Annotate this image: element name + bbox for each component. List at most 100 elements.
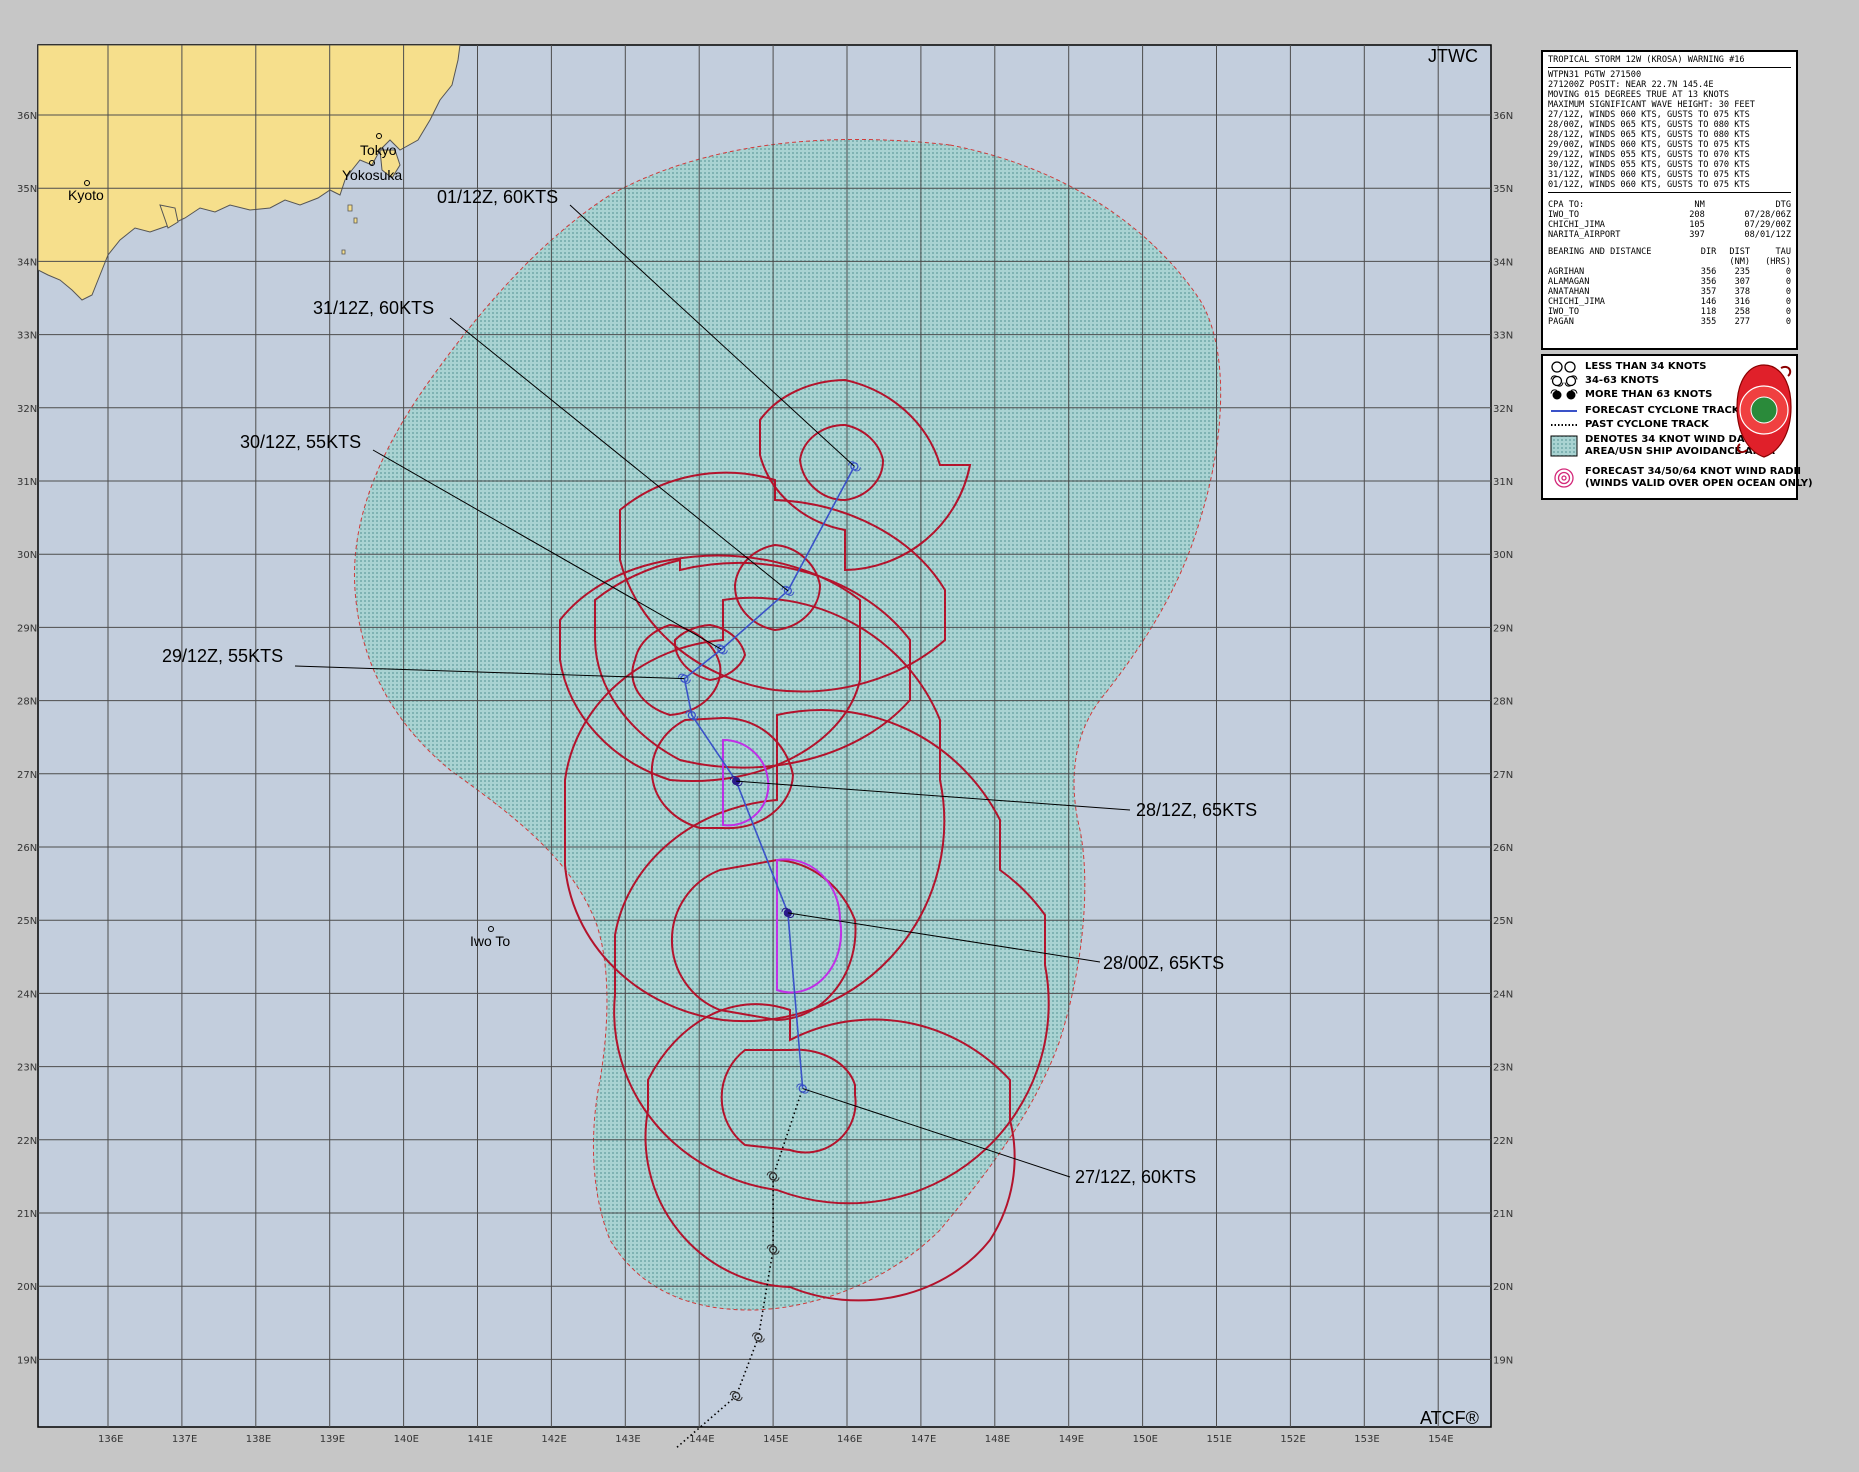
bearing-unit (1548, 257, 1690, 267)
longitude-tick-label: 139E (320, 1434, 345, 1445)
latitude-tick-label-right: 32N (1493, 404, 1513, 415)
bearing-row-cell: 277 (1734, 317, 1751, 327)
small-island (347, 204, 353, 212)
legend-label: FORECAST 34/50/64 KNOT WIND RADII (WINDS… (1585, 466, 1813, 489)
cpa-row: CHICHI_JIMA 105 07/29/00Z (1548, 220, 1791, 230)
latitude-tick-label-right: 19N (1493, 1355, 1513, 1366)
bearing-row-cell: 0 (1785, 297, 1791, 307)
longitude-tick-label: 141E (468, 1434, 493, 1445)
legend-item: FORECAST 34/50/64 KNOT WIND RADII (WINDS… (1549, 466, 1813, 490)
cpa-row-cell: 07/29/00Z (1744, 220, 1791, 230)
warning-title: TROPICAL STORM 12W (KROSA) WARNING #16 (1548, 55, 1745, 65)
less-than-34kt-icon (1549, 360, 1579, 374)
cpa-header-label: CPA TO: (1548, 200, 1585, 210)
warning-forecast-line: 29/00Z, WINDS 060 KTS, GUSTS TO 075 KTS (1548, 140, 1750, 150)
forecast-label-01-12z: 01/12Z, 60KTS (437, 187, 558, 207)
longitude-tick-label: 149E (1059, 1434, 1084, 1445)
bearing-header-label: BEARING AND DISTANCE (1548, 247, 1652, 257)
forecast-label-27-12z: 27/12Z, 60KTS (1075, 1167, 1196, 1187)
cpa-row-cell: 07/28/06Z (1744, 210, 1791, 220)
longitude-tick-label: 146E (837, 1434, 862, 1445)
past-track-icon (1549, 418, 1579, 432)
longitude-tick-label: 136E (98, 1434, 123, 1445)
latitude-tick-label-left: 25N (17, 916, 37, 927)
cpa-row-cell: 208 (1689, 210, 1705, 220)
latitude-tick-label-left: 28N (17, 697, 37, 708)
bearing-row-cell: ANATAHAN (1548, 287, 1590, 297)
cpa-row-cell: 08/01/12Z (1744, 230, 1791, 240)
latitude-tick-label-left: 24N (17, 989, 37, 1000)
legend-label: 34-63 KNOTS (1585, 375, 1660, 386)
latitude-tick-label-left: 21N (17, 1209, 37, 1220)
warning-info-panel: TROPICAL STORM 12W (KROSA) WARNING #16 W… (1541, 50, 1798, 350)
bearing-table: BEARING AND DISTANCE DIR DIST TAU (NM) (… (1548, 247, 1791, 327)
bearing-row-cell: 316 (1734, 297, 1751, 307)
longitude-tick-label: 143E (615, 1434, 640, 1445)
latitude-tick-label-left: 19N (17, 1355, 37, 1366)
forecast-label-30-12z: 30/12Z, 55KTS (240, 432, 361, 452)
latitude-tick-label-left: 30N (17, 550, 37, 561)
warning-forecast-line: 29/12Z, WINDS 055 KTS, GUSTS TO 070 KTS (1548, 150, 1750, 160)
legend-item: MORE THAN 63 KNOTS (1549, 388, 1712, 402)
legend-item: LESS THAN 34 KNOTS (1549, 360, 1706, 374)
bearing-units-row: (NM) (HRS) (1548, 257, 1791, 267)
cpa-header-nm: NM (1694, 200, 1705, 210)
longitude-tick-label: 148E (985, 1434, 1010, 1445)
longitude-tick-label: 142E (541, 1434, 566, 1445)
latitude-tick-label-left: 34N (17, 257, 37, 268)
latitude-tick-label-left: 36N (17, 111, 37, 122)
warning-forecast-line: 28/00Z, WINDS 065 KTS, GUSTS TO 080 KTS (1548, 120, 1750, 130)
warning-forecast-line: 30/12Z, WINDS 055 KTS, GUSTS TO 070 KTS (1548, 160, 1750, 170)
cpa-row-cell: 397 (1689, 230, 1705, 240)
34-63kt-icon (1549, 374, 1579, 388)
bearing-header-dir: DIR (1700, 247, 1717, 257)
bearing-row-cell: AGRIHAN (1548, 267, 1585, 277)
latitude-tick-label-left: 29N (17, 623, 37, 634)
warning-forecast-line: 28/12Z, WINDS 065 KTS, GUSTS TO 080 KTS (1548, 130, 1750, 140)
latitude-tick-label-left: 27N (17, 770, 37, 781)
bearing-row-cell: 118 (1700, 307, 1717, 317)
bearing-row-cell: 235 (1734, 267, 1751, 277)
bearing-row: PAGAN 355 277 0 (1548, 317, 1791, 327)
warning-forecast-line: 31/12Z, WINDS 060 KTS, GUSTS TO 075 KTS (1548, 170, 1750, 180)
latitude-tick-label-right: 26N (1493, 843, 1513, 854)
latitude-tick-label-right: 27N (1493, 770, 1513, 781)
latitude-tick-label-right: 36N (1493, 111, 1513, 122)
small-island (341, 249, 346, 255)
bearing-row-cell: 258 (1734, 307, 1751, 317)
cpa-row-cell: IWO_TO (1548, 210, 1580, 220)
latitude-tick-label-right: 28N (1493, 697, 1513, 708)
bearing-unit-nm: (NM) (1729, 257, 1751, 267)
longitude-tick-label: 152E (1280, 1434, 1305, 1445)
bearing-row-cell: PAGAN (1548, 317, 1574, 327)
bearing-row-cell: 356 (1700, 267, 1717, 277)
legend-item: 34-63 KNOTS (1549, 374, 1659, 388)
bearing-row-cell: CHICHI_JIMA (1548, 297, 1605, 307)
forecast-label-28-00z: 28/00Z, 65KTS (1103, 953, 1224, 973)
cpa-header-dtg: DTG (1775, 200, 1791, 210)
wind-radii-icon (1549, 467, 1579, 489)
cpa-row: NARITA_AIRPORT 397 08/01/12Z (1548, 230, 1791, 240)
legend-label: PAST CYCLONE TRACK (1585, 419, 1709, 430)
legend-label: LESS THAN 34 KNOTS (1585, 361, 1707, 372)
legend-label: FORECAST CYCLONE TRACK (1585, 405, 1740, 416)
cpa-row-cell: 105 (1689, 220, 1705, 230)
latitude-tick-label-right: 24N (1493, 989, 1513, 1000)
bearing-row-cell: 0 (1785, 307, 1791, 317)
latitude-tick-label-left: 35N (17, 184, 37, 195)
latitude-tick-label-left: 26N (17, 843, 37, 854)
longitude-tick-label: 151E (1207, 1434, 1232, 1445)
longitude-tick-label: 138E (246, 1434, 271, 1445)
bearing-row-cell: 356 (1700, 277, 1717, 287)
bearing-unit (1690, 257, 1717, 267)
kyoto-label: Kyoto (68, 187, 104, 203)
warning-forecast-line: 01/12Z, WINDS 060 KTS, GUSTS TO 075 KTS (1548, 180, 1750, 190)
cpa-header-row: CPA TO: NM DTG (1548, 200, 1791, 210)
warning-header-line: WTPN31 PGTW 271500 (1548, 70, 1642, 80)
bearing-row-cell: 307 (1734, 277, 1751, 287)
forecast-label-29-12z: 29/12Z, 55KTS (162, 646, 283, 666)
latitude-tick-label-left: 22N (17, 1136, 37, 1147)
cpa-row-cell: NARITA_AIRPORT (1548, 230, 1621, 240)
bearing-row: CHICHI_JIMA 146 316 0 (1548, 297, 1791, 307)
longitude-tick-label: 153E (1354, 1434, 1379, 1445)
